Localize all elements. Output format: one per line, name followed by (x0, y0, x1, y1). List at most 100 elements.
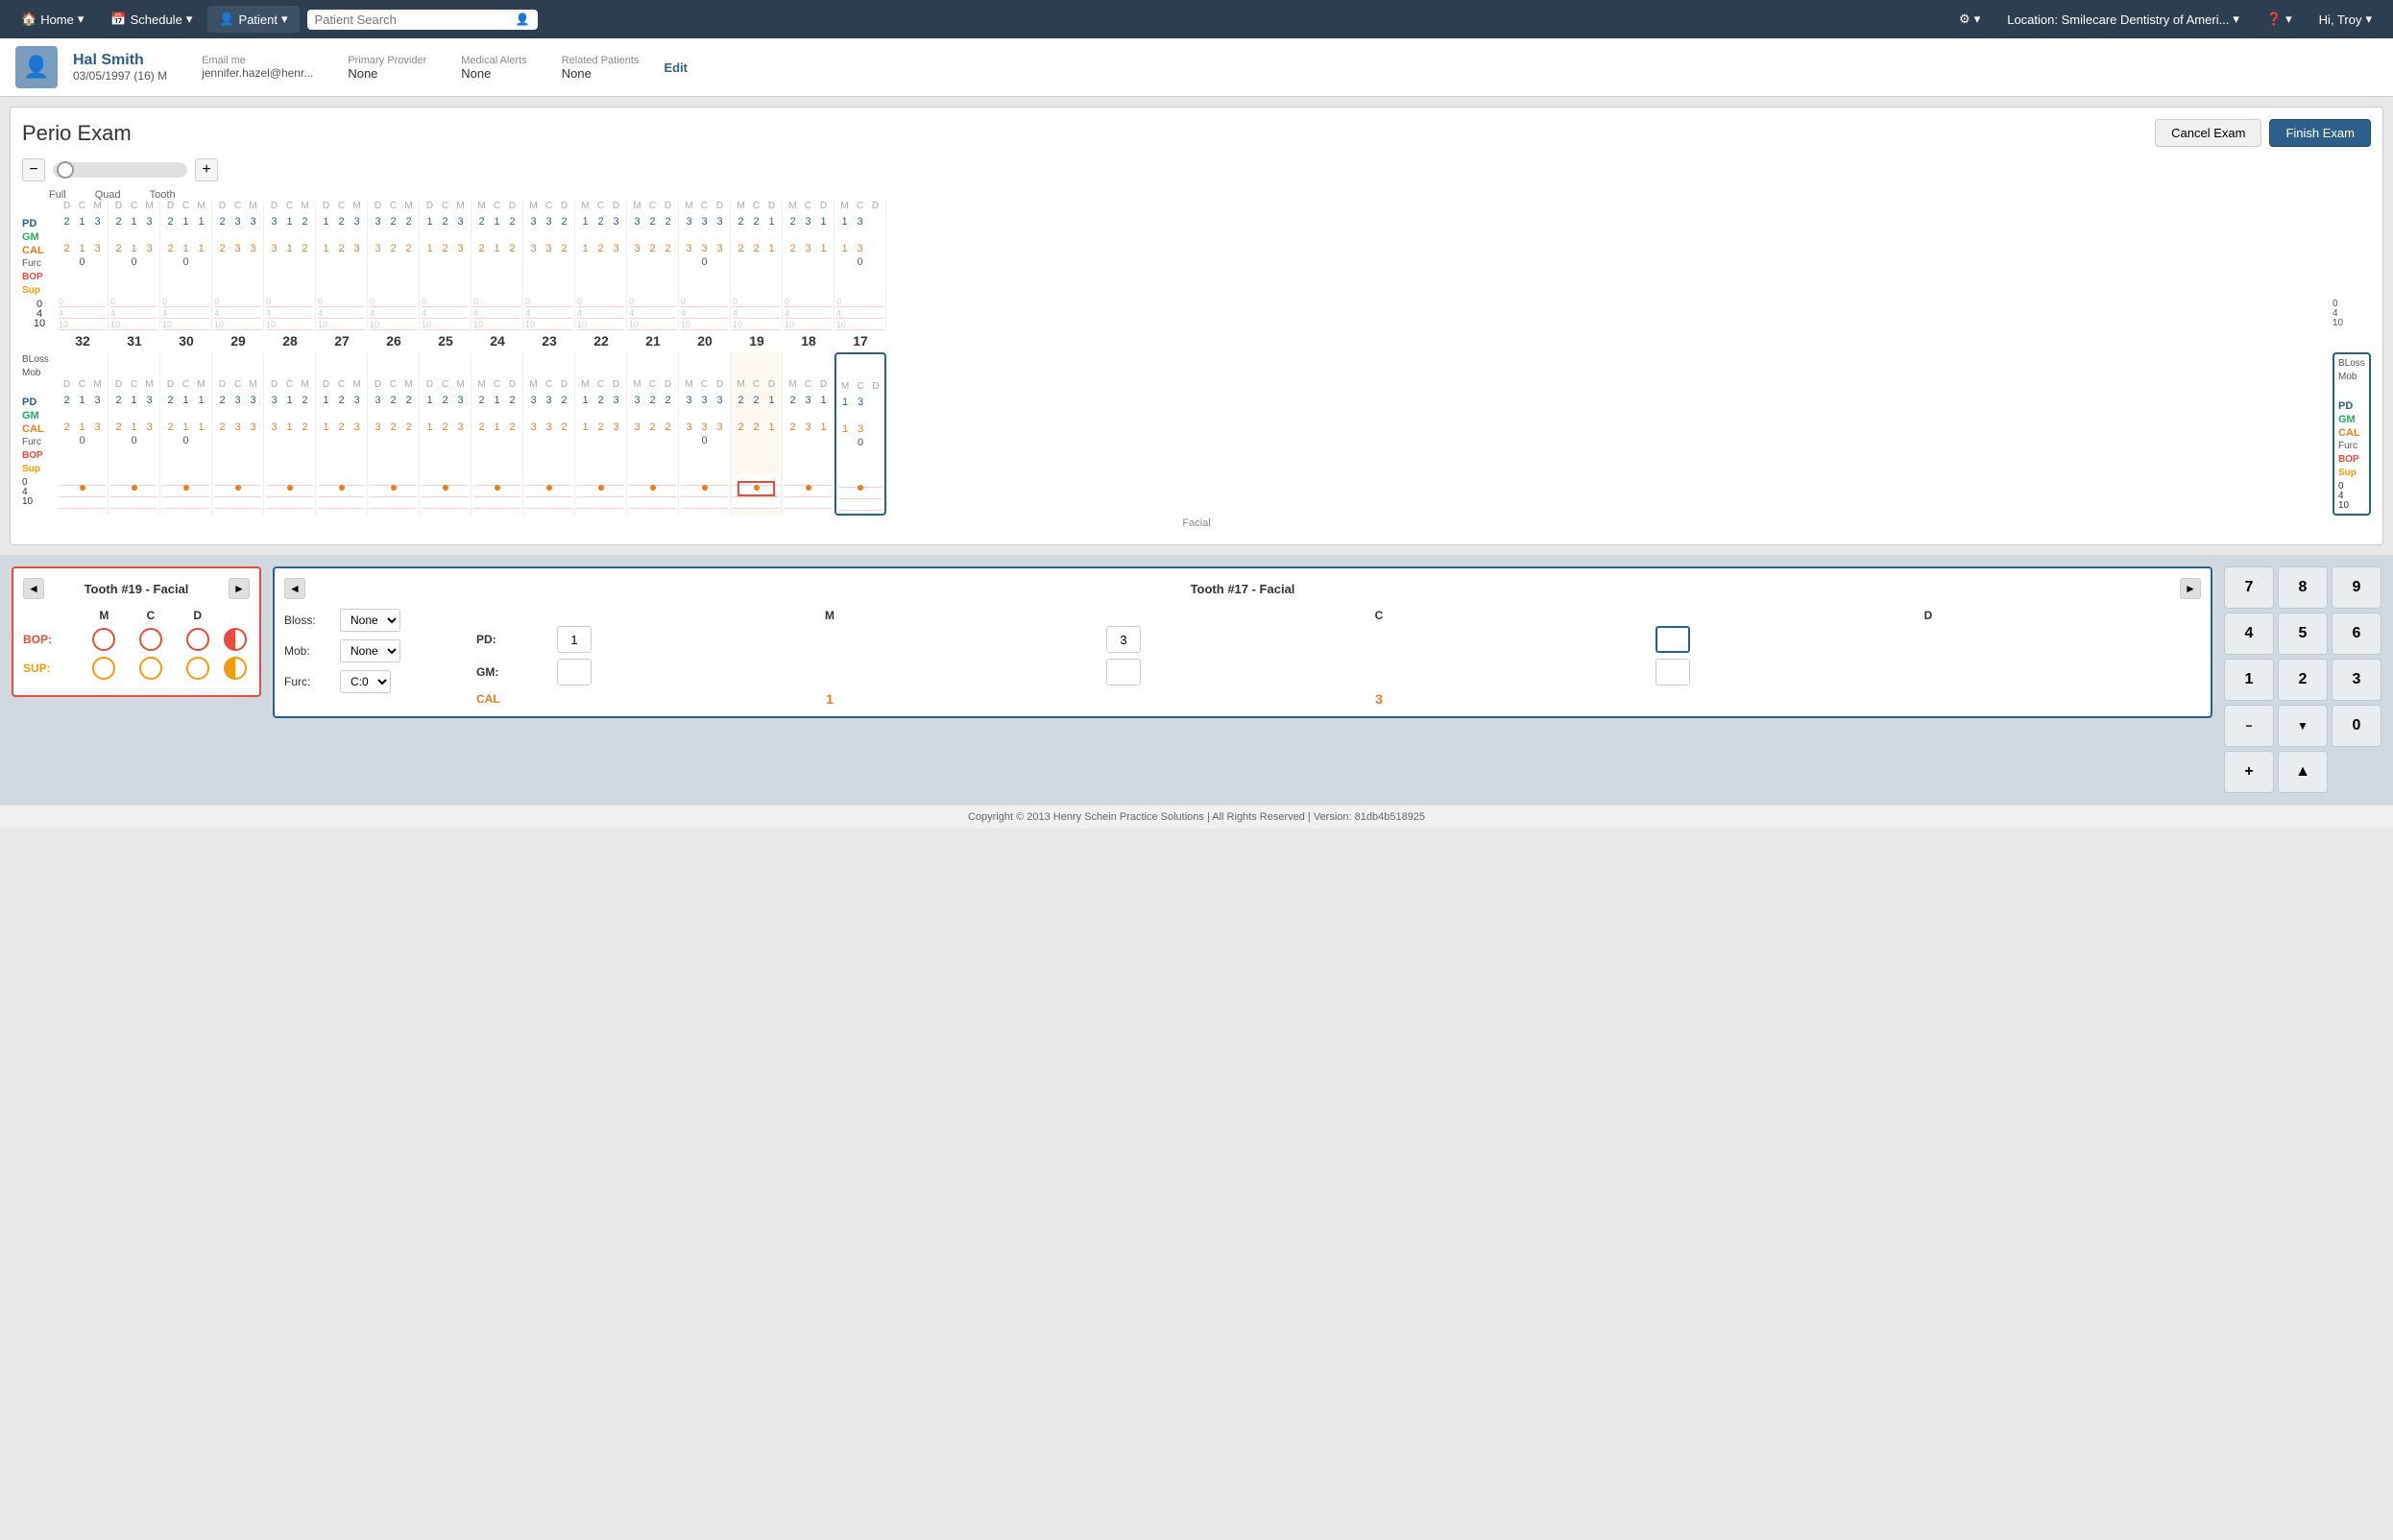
medical-alerts-item: Medical Alerts None (461, 55, 526, 81)
zoom-slider-row: − + (22, 158, 2371, 181)
lower-tooth-24: MCD212212 (471, 352, 523, 516)
exam-container: Perio Exam Cancel Exam Finish Exam − + F… (10, 107, 2383, 545)
related-patients-item: Related Patients None (562, 55, 640, 81)
lower-tooth-17-highlight: MCD13130 (834, 352, 886, 516)
nav-location[interactable]: Location: Smilecare Dentistry of Ameri..… (1995, 6, 2251, 33)
tooth17-gm-d-input[interactable] (1656, 659, 1690, 686)
gm-label: GM (22, 231, 57, 245)
bop-extra-circle[interactable] (224, 628, 247, 651)
tooth19-next-button[interactable]: ► (229, 578, 250, 599)
bop-m-circle[interactable] (92, 628, 115, 651)
numpad-8[interactable]: 8 (2278, 566, 2328, 609)
tooth17-pd-c-input[interactable] (1106, 626, 1141, 653)
numpad-0[interactable]: 0 (2332, 705, 2381, 747)
upper-tooth-25: DCM1231230410 (420, 201, 471, 331)
sup-d-circle[interactable] (186, 657, 209, 680)
lower-tooth-27: DCM123123 (316, 352, 368, 516)
tooth17-mob-row: Mob: None (284, 639, 457, 662)
exam-header: Perio Exam Cancel Exam Finish Exam (22, 119, 2371, 147)
tooth19-prev-button[interactable]: ◄ (23, 578, 44, 599)
sup-c-circle[interactable] (139, 657, 162, 680)
upper-tooth-26: DCM3223220410 (368, 201, 420, 331)
lower-tooth-25: DCM123123 (420, 352, 471, 516)
nav-patient[interactable]: 👤 Patient ▾ (207, 6, 299, 33)
primary-provider-item: Primary Provider None (348, 55, 426, 81)
greeting-chevron-icon: ▾ (2365, 12, 2372, 27)
numpad-7[interactable]: 7 (2224, 566, 2274, 609)
tooth19-title: Tooth #19 - Facial (85, 582, 189, 596)
zoom-slider-track[interactable] (53, 162, 187, 178)
home-chevron-icon: ▾ (78, 12, 85, 27)
tooth-num-20: 20 (679, 331, 731, 350)
numpad-up[interactable]: ▲ (2278, 751, 2328, 793)
bop-d-circle[interactable] (186, 628, 209, 651)
sup-label: Sup (22, 285, 57, 299)
lower-tooth-26: DCM322322 (368, 352, 420, 516)
slider-labels: Full Quad Tooth (49, 189, 2371, 201)
upper-tooth-17: MCD131300410 (834, 201, 886, 331)
numpad-6[interactable]: 6 (2332, 613, 2381, 655)
zoom-minus-button[interactable]: − (22, 158, 45, 181)
bottom-section: ◄ Tooth #19 - Facial ► M C D BOP: (0, 555, 2393, 805)
sup-m-circle[interactable] (92, 657, 115, 680)
tooth-num-31: 31 (109, 331, 160, 350)
lower-tooth-19: MCD221221 (731, 352, 783, 516)
search-input[interactable] (315, 12, 516, 27)
tooth19-col-headers: M C D (23, 609, 250, 622)
numpad-4[interactable]: 4 (2224, 613, 2274, 655)
nav-right: ⚙ ▾ Location: Smilecare Dentistry of Ame… (1947, 6, 2383, 33)
nav-schedule[interactable]: 📅 Schedule ▾ (99, 6, 204, 33)
nav-help[interactable]: ❓ ▾ (2255, 6, 2304, 33)
zoom-plus-button[interactable]: + (195, 158, 218, 181)
tooth17-cal-c: 3 (1106, 691, 1652, 707)
nav-home[interactable]: 🏠 Home ▾ (10, 6, 95, 33)
bop-c-circle[interactable] (139, 628, 162, 651)
lower-tooth-18: MCD231231 (783, 352, 834, 516)
upper-tooth-18: MCD2312310410 (783, 201, 834, 331)
patient-edit-link[interactable]: Edit (664, 60, 688, 75)
tooth17-right-fields: M C D PD: GM: CAL 1 (476, 609, 2201, 707)
patient-search-box[interactable]: 👤 (307, 10, 538, 30)
patient-name: Hal Smith (73, 52, 167, 69)
tooth17-furc-select[interactable]: C:0 C:1 C:2 C:3 (340, 670, 391, 693)
patient-header: 👤 Hal Smith 03/05/1997 (16) M Email me j… (0, 38, 2393, 97)
finish-exam-button[interactable]: Finish Exam (2269, 119, 2371, 147)
numpad-2[interactable]: 2 (2278, 659, 2328, 701)
tooth17-bloss-select[interactable]: None (340, 609, 400, 632)
patient-email: jennifer.hazel@henr... (202, 66, 313, 80)
tooth-num-23: 23 (523, 331, 575, 350)
footer: Copyright © 2013 Henry Schein Practice S… (0, 805, 2393, 829)
tooth17-mob-select[interactable]: None (340, 639, 400, 662)
numpad-minus[interactable]: − (2224, 705, 2274, 747)
lower-tooth-21: MCD322322 (627, 352, 679, 516)
slider-label-tooth: Tooth (150, 189, 176, 201)
numpad-1[interactable]: 1 (2224, 659, 2274, 701)
mob-label: Mob (22, 368, 57, 381)
exam-buttons: Cancel Exam Finish Exam (2155, 119, 2371, 147)
numpad-5[interactable]: 5 (2278, 613, 2328, 655)
tooth17-gm-m-input[interactable] (557, 659, 592, 686)
tooth17-pd-m-input[interactable] (557, 626, 592, 653)
nav-greeting[interactable]: Hi, Troy ▾ (2308, 6, 2383, 33)
tooth17-gm-c-input[interactable] (1106, 659, 1141, 686)
tooth17-pd-d-input[interactable] (1656, 626, 1690, 653)
nav-settings[interactable]: ⚙ ▾ (1947, 6, 1992, 33)
lower-tooth-20: MCD3333330 (679, 352, 731, 516)
numpad-plus[interactable]: + (2224, 751, 2274, 793)
tooth-num-19: 19 (731, 331, 783, 350)
email-label: Email me (202, 55, 313, 66)
tooth-num-22: 22 (575, 331, 627, 350)
tooth19-sup-row: SUP: (23, 657, 250, 680)
sup-extra-circle[interactable] (224, 657, 247, 680)
cancel-exam-button[interactable]: Cancel Exam (2155, 119, 2261, 147)
tooth17-next-button[interactable]: ► (2180, 578, 2201, 599)
tooth17-panel: ◄ Tooth #17 - Facial ► Bloss: None Mob: … (273, 566, 2212, 718)
upper-tooth-19: MCD2212210410 (731, 201, 783, 331)
numpad-9[interactable]: 9 (2332, 566, 2381, 609)
numpad-3[interactable]: 3 (2332, 659, 2381, 701)
tooth17-prev-button[interactable]: ◄ (284, 578, 305, 599)
tooth17-left-fields: Bloss: None Mob: None Furc: C:0 C:1 (284, 609, 457, 707)
help-chevron-icon: ▾ (2285, 12, 2292, 27)
numpad-down[interactable]: ▼ (2278, 705, 2328, 747)
tooth17-title: Tooth #17 - Facial (1191, 582, 1295, 596)
